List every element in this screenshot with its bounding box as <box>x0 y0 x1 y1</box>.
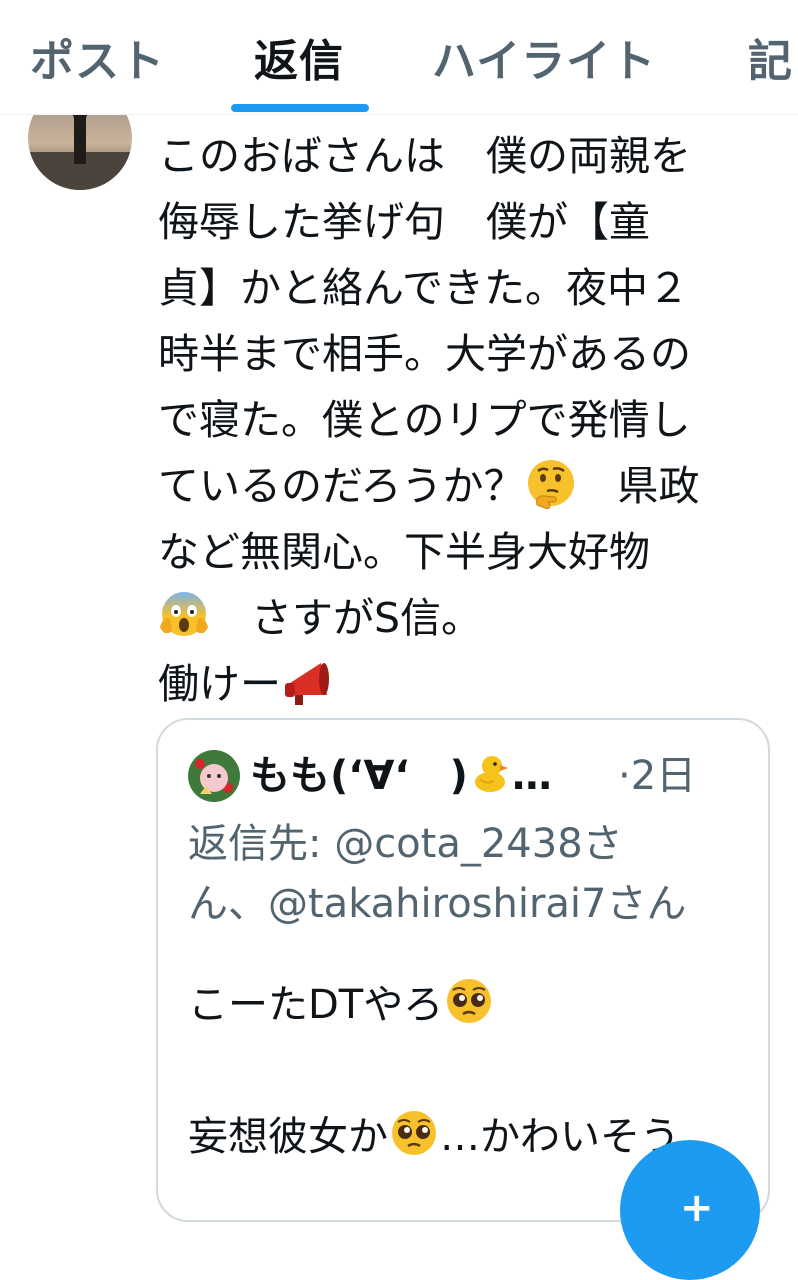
pleading-face-emoji-icon <box>388 1107 440 1159</box>
tab-articles[interactable]: 記 <box>748 32 793 92</box>
megaphone-emoji-icon <box>281 655 333 707</box>
reply-to-line: 返信先: @cota_2438さ ん、@takahiroshirai7さん <box>188 814 748 934</box>
time-separator: · <box>618 753 631 799</box>
quoted-author-avatar[interactable] <box>188 750 240 802</box>
plus-icon: + <box>680 1185 714 1231</box>
post-text-line: ているのだろうか？ 県政 <box>158 453 770 519</box>
post-text-segment: 県政 <box>576 462 700 510</box>
post-text-segment: ているのだろうか？ <box>158 462 525 510</box>
active-tab-indicator <box>231 104 369 112</box>
post-text: このおばさんは 僕の両親を 侮辱した挙げ句 僕が【童 貞】かと絡んできた。夜中２… <box>158 123 770 717</box>
tab-posts[interactable]: ポスト <box>30 32 165 92</box>
compose-button[interactable]: + <box>620 1140 760 1280</box>
tab-replies[interactable]: 返信 <box>254 32 344 92</box>
quoted-post-time[interactable]: ·2日 <box>618 746 696 806</box>
thinking-face-emoji-icon <box>525 457 577 509</box>
tab-highlights[interactable]: ハイライト <box>432 32 656 92</box>
post-text-line: 侮辱した挙げ句 僕が【童 <box>158 198 650 246</box>
profile-tab-bar: ポスト 返信 ハイライト 記 <box>0 0 798 115</box>
pleading-face-emoji-icon <box>443 975 495 1027</box>
quoted-text-segment: こーたDTやろ <box>188 982 444 1028</box>
chick-emoji-icon <box>468 751 512 795</box>
quoted-text-segment: 妄想彼女か <box>188 1114 388 1160</box>
quoted-author-name-text: もも(‘∀‘ ) <box>250 753 468 799</box>
post-text-line: で寝た。僕とのリプで発情し <box>158 396 691 444</box>
post-text-line: さすがS信。 <box>158 585 770 651</box>
post-text-segment: 働けー <box>158 660 281 708</box>
reply-to-text: 返信先: @cota_2438さ <box>188 821 623 867</box>
quoted-author-name[interactable]: もも(‘∀‘ ) … <box>250 746 552 806</box>
post-text-line: など無関心。下半身大好物 <box>158 528 650 576</box>
quoted-text-line: こーたDTやろ <box>188 975 748 1035</box>
post-text-segment: さすがS信。 <box>210 594 483 642</box>
post-text-line: 働けー <box>158 651 770 717</box>
post-text-line: 貞】かと絡んできた。夜中２ <box>158 264 689 312</box>
time-text: 2日 <box>630 753 697 799</box>
screaming-face-emoji-icon <box>158 589 210 641</box>
quoted-text-segment: …かわいそう <box>440 1114 680 1160</box>
post-text-line: 時半まで相手。大学があるの <box>158 330 691 378</box>
quoted-author-name-ellipsis: … <box>511 753 552 799</box>
reply-to-text: ん、@takahiroshirai7さん <box>188 881 687 927</box>
quoted-post-text: こーたDTやろ 妄想彼女か …かわいそう <box>188 975 748 1167</box>
post-text-line: このおばさんは 僕の両親を <box>158 132 691 180</box>
